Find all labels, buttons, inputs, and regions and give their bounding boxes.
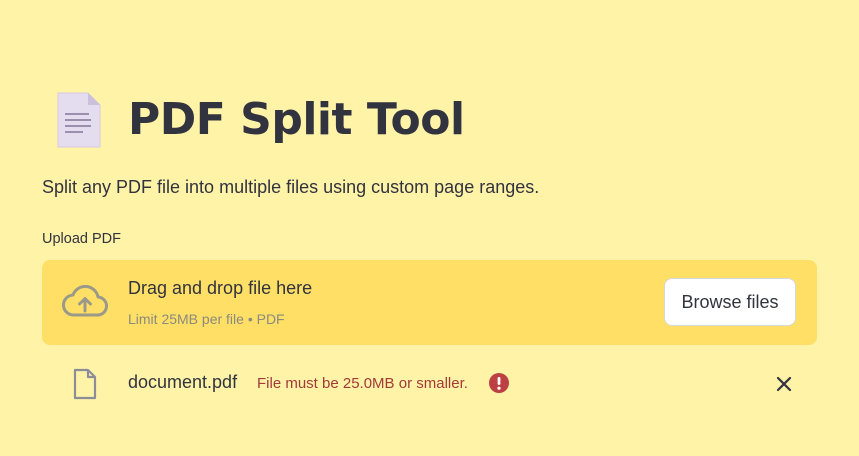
upload-label: Upload PDF [42,231,121,247]
uploaded-file-name: document.pdf [128,372,238,392]
title-row: PDF Split Tool [56,88,465,152]
browse-files-button[interactable]: Browse files [664,278,796,326]
file-dropzone[interactable]: Drag and drop file here Limit 25MB per f… [42,260,817,345]
dropzone-limit: Limit 25MB per file • PDF [128,311,285,327]
page-facing-up-icon [57,92,101,148]
file-error-message: File must be 25.0MB or smaller. [257,375,468,392]
page-subtitle: Split any PDF file into multiple files u… [42,177,540,197]
page-title: PDF Split Tool [128,94,465,145]
dropzone-instructions: Drag and drop file here [128,278,313,298]
app-page: PDF Split Tool Split any PDF file into m… [0,0,859,456]
cloud-upload-icon [62,285,108,317]
close-icon[interactable] [775,375,793,393]
error-icon [489,373,509,393]
uploaded-file-row: document.pdf File must be 25.0MB or smal… [42,362,817,406]
file-icon [73,368,97,400]
